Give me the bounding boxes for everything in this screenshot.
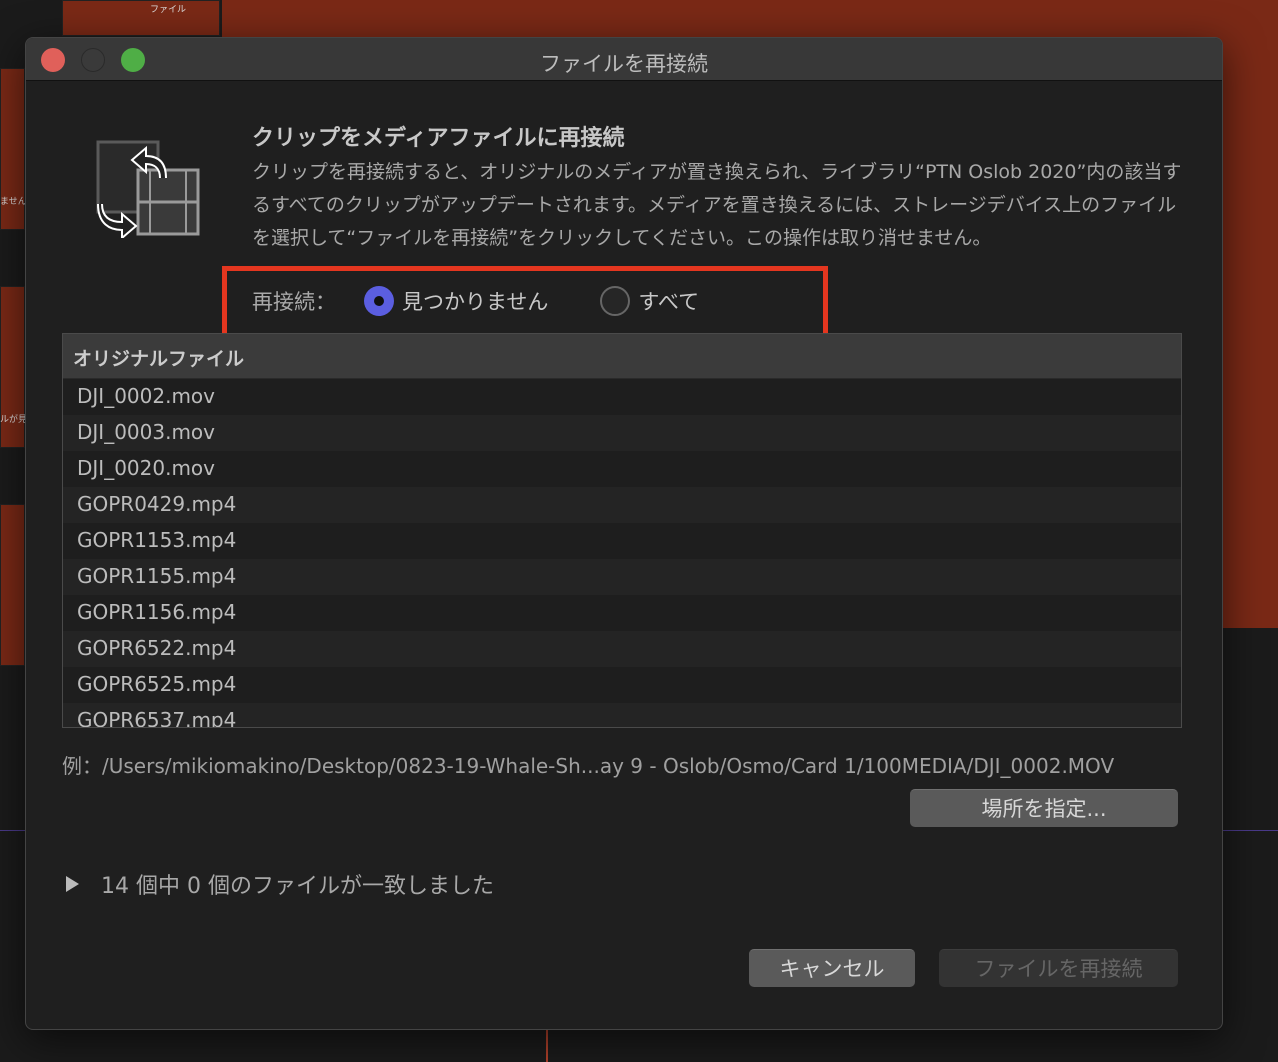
table-row[interactable]: DJI_0020.mov: [63, 451, 1181, 487]
column-header-original-file[interactable]: オリジナルファイル: [63, 334, 1181, 379]
table-row[interactable]: GOPR1155.mp4: [63, 559, 1181, 595]
relink-film-icon: [96, 140, 200, 238]
radio-missing[interactable]: 見つかりません: [364, 286, 548, 316]
disclosure-triangle-icon[interactable]: [66, 876, 79, 892]
table-row[interactable]: GOPR1156.mp4: [63, 595, 1181, 631]
table-row[interactable]: GOPR1153.mp4: [63, 523, 1181, 559]
original-files-table[interactable]: オリジナルファイル DJI_0002.mov DJI_0003.mov DJI_…: [62, 333, 1182, 728]
table-row[interactable]: GOPR0429.mp4: [63, 487, 1181, 523]
background-clip: [62, 0, 220, 36]
cancel-button[interactable]: キャンセル: [749, 949, 915, 987]
radio-all[interactable]: すべて: [600, 286, 699, 316]
table-row[interactable]: DJI_0003.mov: [63, 415, 1181, 451]
radio-button-unselected[interactable]: [600, 286, 631, 316]
example-path: 例：/Users/mikiomakino/Desktop/0823-19-Wha…: [62, 754, 1115, 778]
background-playhead: [546, 1030, 548, 1062]
window-title: ファイルを再接続: [540, 52, 708, 76]
title-bar: ファイルを再接続: [26, 38, 1222, 81]
dialog-heading: クリップをメディアファイルに再接続: [252, 126, 625, 151]
dialog-description: クリップを再接続すると、オリジナルのメディアが置き換えられ、ライブラリ“PTN …: [252, 161, 1182, 249]
table-row[interactable]: GOPR6522.mp4: [63, 631, 1181, 667]
table-row[interactable]: GOPR6525.mp4: [63, 667, 1181, 703]
radio-button-selected[interactable]: [364, 286, 394, 316]
table-row[interactable]: GOPR6537.mp4: [63, 703, 1181, 727]
table-row[interactable]: DJI_0002.mov: [63, 379, 1181, 415]
radio-missing-label: 見つかりません: [402, 290, 549, 314]
match-summary-text: 14 個中 0 個のファイルが一致しました: [101, 874, 494, 899]
background-clip-label: ファイル: [150, 5, 187, 15]
reconnect-files-dialog: ファイルを再接続 クリップをメディアファイルに再接続 クリップを再接続すると、オ…: [25, 37, 1223, 1030]
radio-all-label: すべて: [638, 290, 700, 314]
reconnect-files-button[interactable]: ファイルを再接続: [939, 949, 1178, 987]
match-summary[interactable]: 14 個中 0 個のファイルが一致しました: [66, 868, 494, 900]
table-body: DJI_0002.mov DJI_0003.mov DJI_0020.mov G…: [63, 379, 1181, 727]
reconnect-label: 再接続：: [252, 290, 336, 314]
reconnect-option-group: 再接続： 見つかりません すべて: [252, 286, 699, 316]
background-clip-label: ルが見: [0, 415, 28, 425]
background-clip: [0, 504, 25, 666]
background-clip-label: ません: [0, 197, 27, 207]
locate-button[interactable]: 場所を指定...: [910, 789, 1178, 827]
